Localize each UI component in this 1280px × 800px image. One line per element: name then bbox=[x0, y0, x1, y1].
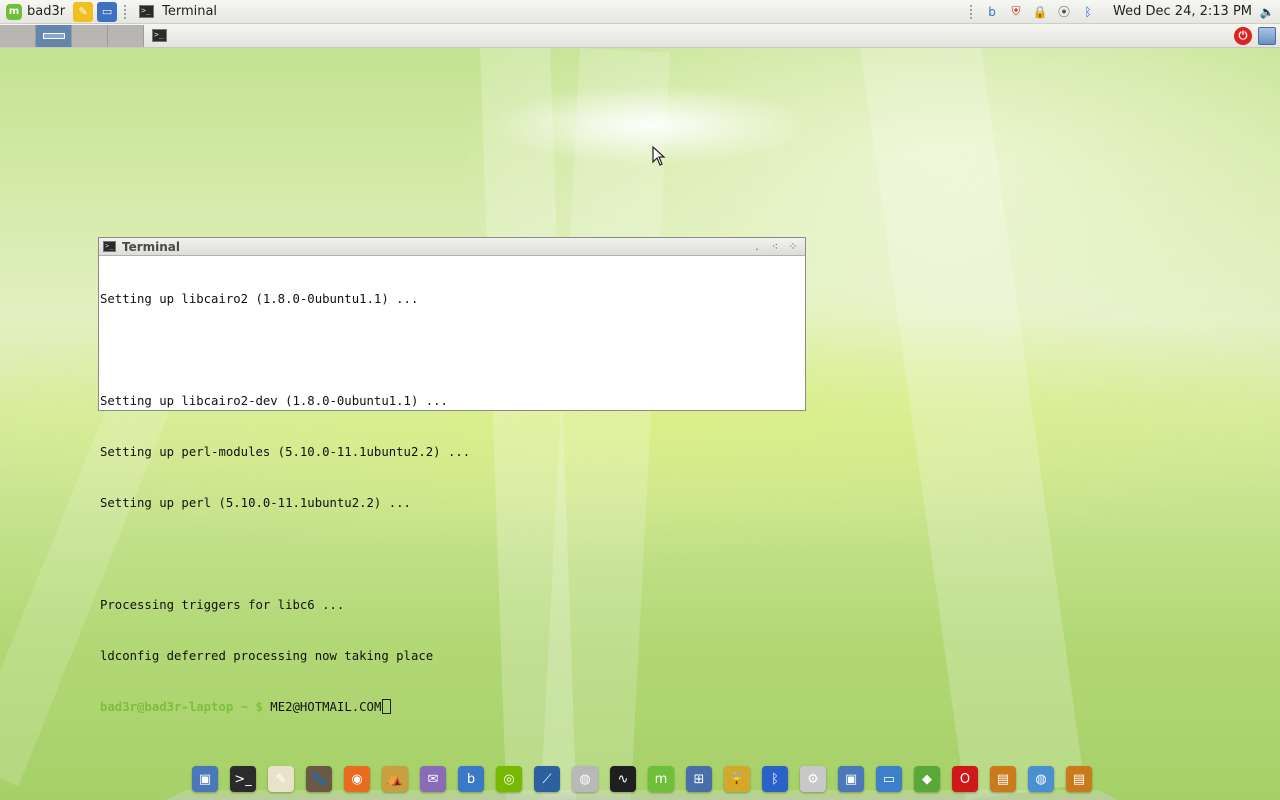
terminal-window-list-icon[interactable]: >_ bbox=[152, 29, 167, 42]
book-icon[interactable]: ▤ bbox=[990, 766, 1016, 792]
taskbar-item-label: Terminal bbox=[162, 4, 218, 19]
bottom-panel: >_ ⏻ bbox=[0, 24, 1280, 48]
top-panel: m bad3r ✎ ▭ >_ Terminal b ⛨ 🔒 ⦿ ᛒ Wed De… bbox=[0, 0, 1280, 24]
terminal-line: ldconfig deferred processing now taking … bbox=[100, 649, 434, 663]
desktop-icon[interactable]: ▭ bbox=[876, 766, 902, 792]
network-manager-icon[interactable]: ⊞ bbox=[686, 766, 712, 792]
taskbar-item-terminal[interactable]: >_ Terminal bbox=[131, 0, 225, 24]
workspace-3[interactable] bbox=[72, 25, 108, 47]
trash-icon[interactable] bbox=[1258, 26, 1276, 45]
chromium-icon[interactable]: ◍ bbox=[1028, 766, 1054, 792]
minimize-button[interactable]: . bbox=[751, 240, 763, 253]
firefox-icon[interactable]: ◉ bbox=[344, 766, 370, 792]
terminal-input[interactable]: ME2@HOTMAIL.COM bbox=[263, 700, 381, 714]
dock: ▣ >_ ✎ 🐾 ◉ ⛺ ✉ b ◎ ⟋ ◍ ∿ m ⊞ 🔒 ᛒ ⚙ ▣ ▭ ◆ O ▤ ◍ ▤ bbox=[166, 760, 1118, 800]
nvidia-icon[interactable]: ◎ bbox=[496, 766, 522, 792]
save-disk-icon[interactable]: ▣ bbox=[192, 766, 218, 792]
text-editor-icon[interactable]: ✎ bbox=[73, 1, 94, 22]
bluetooth-app-icon[interactable]: ᛒ bbox=[762, 766, 788, 792]
system-tray: b ⛨ 🔒 ⦿ ᛒ Wed Dec 24, 2:13 PM 🔈 bbox=[965, 3, 1280, 21]
notebook-icon[interactable]: ▤ bbox=[1066, 766, 1092, 792]
linux-mint-logo-icon: m bbox=[6, 3, 22, 20]
main-menu-button[interactable]: m bad3r bbox=[0, 0, 71, 24]
volume-icon[interactable]: 🔈 bbox=[1258, 3, 1276, 21]
window-title: Terminal bbox=[122, 239, 181, 254]
window-icon[interactable]: ▭ bbox=[97, 1, 118, 22]
update-shield-icon[interactable]: ⛨ bbox=[1007, 3, 1025, 21]
text-cursor bbox=[382, 699, 392, 714]
opera-icon[interactable]: O bbox=[952, 766, 978, 792]
terminal-line: Setting up libcairo2-dev (1.8.0-0ubuntu1… bbox=[100, 394, 448, 408]
terminal-prompt-line[interactable]: bad3r@bad3r-laptop ~ $ ME2@HOTMAIL.COM bbox=[100, 699, 804, 716]
bluetooth-icon[interactable]: ᛒ bbox=[1079, 3, 1097, 21]
text-editor-app-icon[interactable]: ✎ bbox=[268, 766, 294, 792]
main-menu-label: bad3r bbox=[27, 4, 66, 19]
prompt-symbol: $ bbox=[255, 700, 263, 714]
clock[interactable]: Wed Dec 24, 2:13 PM bbox=[1113, 4, 1252, 19]
bluetooth-b-icon[interactable]: b bbox=[983, 3, 1001, 21]
terminal-line: Setting up libcairo2 (1.8.0-0ubuntu1.1) … bbox=[100, 292, 419, 306]
maximize-button[interactable]: ⁖ bbox=[769, 240, 781, 253]
mouse-pointer-icon bbox=[652, 146, 666, 166]
power-icon[interactable]: ⏻ bbox=[1234, 26, 1252, 45]
terminal-window[interactable]: >_ Terminal . ⁖ ⁘ Setting up libcairo2 (… bbox=[98, 237, 806, 714]
media-player-icon[interactable]: ◍ bbox=[572, 766, 598, 792]
workspace-2[interactable] bbox=[36, 25, 72, 47]
pidgin-icon[interactable]: ✉ bbox=[420, 766, 446, 792]
terminal-titlebar[interactable]: >_ Terminal . ⁖ ⁘ bbox=[99, 238, 805, 256]
panel-drag-handle[interactable] bbox=[969, 3, 974, 20]
lock-icon[interactable]: 🔒 bbox=[1031, 3, 1049, 21]
settings-window-icon[interactable]: ⚙ bbox=[800, 766, 826, 792]
workspace-1[interactable] bbox=[0, 25, 36, 47]
terminal-icon: >_ bbox=[139, 5, 155, 18]
system-monitor-icon[interactable]: ∿ bbox=[610, 766, 636, 792]
close-button[interactable]: ⁘ bbox=[787, 240, 799, 253]
terminal-line: Setting up perl (5.10.0-11.1ubuntu2.2) .… bbox=[100, 496, 411, 510]
disk-utility-icon[interactable]: ▣ bbox=[838, 766, 864, 792]
panel-drag-handle[interactable] bbox=[123, 3, 128, 20]
prompt-user-host: bad3r@bad3r-laptop bbox=[100, 700, 234, 714]
bluefish-icon[interactable]: b bbox=[458, 766, 484, 792]
network-antenna-icon[interactable]: ⦿ bbox=[1055, 3, 1073, 21]
transmission-icon[interactable]: ⛺ bbox=[382, 766, 408, 792]
wallpaper-light-beam bbox=[860, 31, 1085, 800]
system-graph-icon[interactable]: ⟋ bbox=[534, 766, 560, 792]
terminal-output[interactable]: Setting up libcairo2 (1.8.0-0ubuntu1.1) … bbox=[99, 256, 805, 751]
workspace-4[interactable] bbox=[108, 25, 144, 47]
mint-menu-icon[interactable]: m bbox=[648, 766, 674, 792]
terminal-icon: >_ bbox=[103, 241, 116, 252]
security-lock-icon[interactable]: 🔒 bbox=[724, 766, 750, 792]
prompt-path: ~ bbox=[233, 700, 256, 714]
terminal-app-icon[interactable]: >_ bbox=[230, 766, 256, 792]
terminal-line: Processing triggers for libc6 ... bbox=[100, 598, 345, 612]
gimp-icon[interactable]: 🐾 bbox=[306, 766, 332, 792]
xchat-icon[interactable]: ◆ bbox=[914, 766, 940, 792]
terminal-line: Setting up perl-modules (5.10.0-11.1ubun… bbox=[100, 445, 471, 459]
